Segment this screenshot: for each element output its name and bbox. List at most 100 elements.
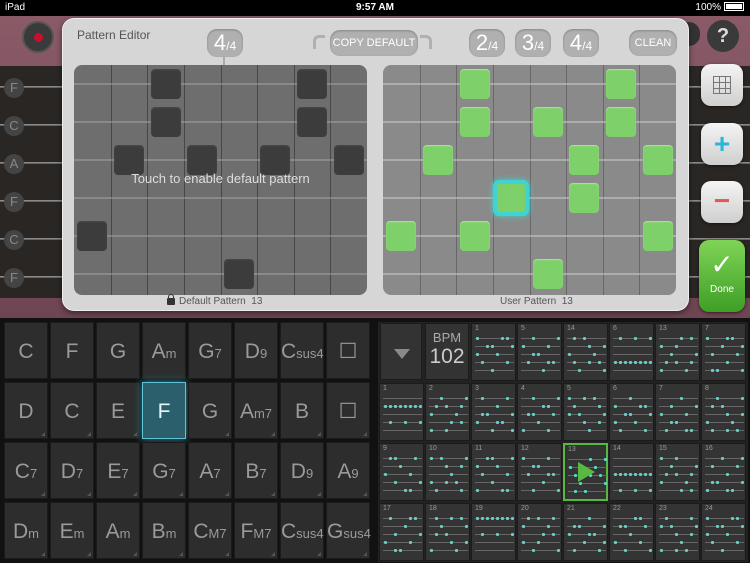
chord-button[interactable]: D (4, 382, 48, 439)
chord-button[interactable]: Bm (142, 502, 186, 559)
chord-button[interactable]: G (96, 322, 140, 379)
chord-button[interactable]: FM7 (234, 502, 278, 559)
chord-button[interactable]: ☐ (326, 322, 370, 379)
chord-button[interactable]: E (96, 382, 140, 439)
pattern-line (567, 370, 606, 371)
chord-button[interactable]: G7 (142, 442, 186, 499)
pattern-thumbnail[interactable]: 1 (471, 323, 516, 381)
chord-button[interactable]: Gsus4 (326, 502, 371, 559)
chord-button[interactable]: A7 (188, 442, 232, 499)
pattern-thumbnail[interactable]: 21 (563, 503, 608, 561)
pattern-thumbnail[interactable]: 9 (379, 443, 424, 501)
chord-button[interactable]: Am (142, 322, 186, 379)
chord-button[interactable]: F (50, 322, 94, 379)
chord-root: C (281, 520, 297, 543)
chord-button[interactable]: C (50, 382, 94, 439)
pattern-thumbnail[interactable]: 7 (655, 383, 700, 441)
pattern-thumbnail[interactable]: 19 (471, 503, 516, 561)
pattern-cell[interactable] (606, 69, 636, 99)
pattern-cell[interactable] (493, 180, 529, 216)
pattern-cell[interactable] (224, 259, 254, 289)
chord-button[interactable]: A9 (326, 442, 370, 499)
chord-button[interactable]: F (142, 382, 186, 439)
pattern-thumbnail[interactable]: 15 (655, 443, 700, 501)
pattern-thumbnail[interactable]: 1 (379, 383, 424, 441)
pattern-thumbnail[interactable]: 5 (517, 323, 562, 381)
pattern-line (383, 398, 422, 399)
pattern-thumbnail[interactable]: 24 (701, 503, 746, 561)
default-pattern-grid[interactable]: Touch to enable default pattern (74, 65, 367, 295)
chord-button[interactable]: E7 (96, 442, 140, 499)
pattern-cell[interactable] (569, 145, 599, 175)
pattern-thumbnail[interactable]: 11 (471, 443, 516, 501)
pattern-cell[interactable] (533, 107, 563, 137)
time-signature-2-4-button[interactable]: 2/4 (469, 29, 505, 57)
chord-button[interactable]: D9 (234, 322, 278, 379)
pattern-thumbnail[interactable]: 10 (425, 443, 470, 501)
pattern-cell[interactable] (386, 221, 416, 251)
pattern-thumbnail[interactable]: 20 (517, 503, 562, 561)
chord-button[interactable]: Csus4 (280, 322, 324, 379)
pattern-cell[interactable] (460, 107, 490, 137)
pattern-cell[interactable] (151, 107, 181, 137)
pattern-thumbnail[interactable]: 13 (563, 443, 608, 501)
pattern-thumbnail[interactable]: 17 (379, 503, 424, 561)
pattern-cell[interactable] (606, 107, 636, 137)
pattern-cell[interactable] (151, 69, 181, 99)
pattern-thumbnail[interactable]: 14 (609, 443, 654, 501)
pattern-thumbnail[interactable]: 6 (609, 323, 654, 381)
pattern-thumbnail[interactable]: 22 (609, 503, 654, 561)
chord-button[interactable]: C (4, 322, 48, 379)
pattern-cell[interactable] (423, 145, 453, 175)
pattern-thumbnail[interactable]: 2 (425, 383, 470, 441)
chord-button[interactable]: ☐ (326, 382, 370, 439)
clean-button[interactable]: CLEAN (629, 30, 677, 56)
pattern-thumbnail[interactable]: 5 (563, 383, 608, 441)
chord-button[interactable]: G7 (188, 322, 232, 379)
help-button[interactable]: ? (707, 20, 739, 52)
bpm-control[interactable]: BPM 102 (425, 323, 469, 380)
pattern-thumbnail[interactable]: 13 (655, 323, 700, 381)
pattern-thumbnail[interactable]: 4 (517, 383, 562, 441)
pattern-thumbnail[interactable]: 23 (655, 503, 700, 561)
time-signature-3-4-button[interactable]: 3/4 (515, 29, 551, 57)
pattern-thumbnail[interactable]: 3 (471, 383, 516, 441)
remove-button[interactable]: − (701, 181, 743, 223)
chord-button[interactable]: D9 (280, 442, 324, 499)
chord-button[interactable]: Am7 (234, 382, 278, 439)
pattern-thumbnail[interactable]: 16 (701, 443, 746, 501)
collapse-button[interactable] (380, 323, 422, 380)
chord-button[interactable]: G (188, 382, 232, 439)
pattern-thumbnail[interactable]: 6 (609, 383, 654, 441)
pattern-thumbnail[interactable]: 12 (517, 443, 562, 501)
pattern-thumbnail[interactable]: 7 (701, 323, 746, 381)
add-button[interactable]: + (701, 123, 743, 165)
chord-button[interactable]: B7 (234, 442, 278, 499)
chord-button[interactable]: CM7 (188, 502, 232, 559)
pattern-cell[interactable] (569, 183, 599, 213)
pattern-cell[interactable] (643, 145, 673, 175)
chord-button[interactable]: D7 (50, 442, 94, 499)
chord-button[interactable]: Em (50, 502, 94, 559)
grid-toggle-button[interactable] (701, 64, 743, 106)
pattern-cell[interactable] (460, 221, 490, 251)
done-button[interactable]: ✓ Done (699, 240, 745, 312)
pattern-cell[interactable] (297, 69, 327, 99)
copy-default-button[interactable]: COPY DEFAULT (330, 30, 418, 56)
pattern-cell[interactable] (460, 69, 490, 99)
time-signature-4-4-button[interactable]: 4/4 (563, 29, 599, 57)
pattern-thumbnail[interactable]: 14 (563, 323, 608, 381)
chord-button[interactable]: Csus4 (280, 502, 324, 559)
chord-button[interactable]: B (280, 382, 324, 439)
chord-button[interactable]: C7 (4, 442, 48, 499)
pattern-cell[interactable] (643, 221, 673, 251)
chord-button[interactable]: Am (96, 502, 140, 559)
pattern-cell[interactable] (297, 107, 327, 137)
record-button[interactable] (22, 21, 54, 53)
pattern-thumbnail[interactable]: 8 (701, 383, 746, 441)
user-pattern-grid[interactable] (383, 65, 676, 295)
pattern-thumbnail[interactable]: 18 (425, 503, 470, 561)
pattern-cell[interactable] (77, 221, 107, 251)
pattern-cell[interactable] (533, 259, 563, 289)
chord-button[interactable]: Dm (4, 502, 48, 559)
